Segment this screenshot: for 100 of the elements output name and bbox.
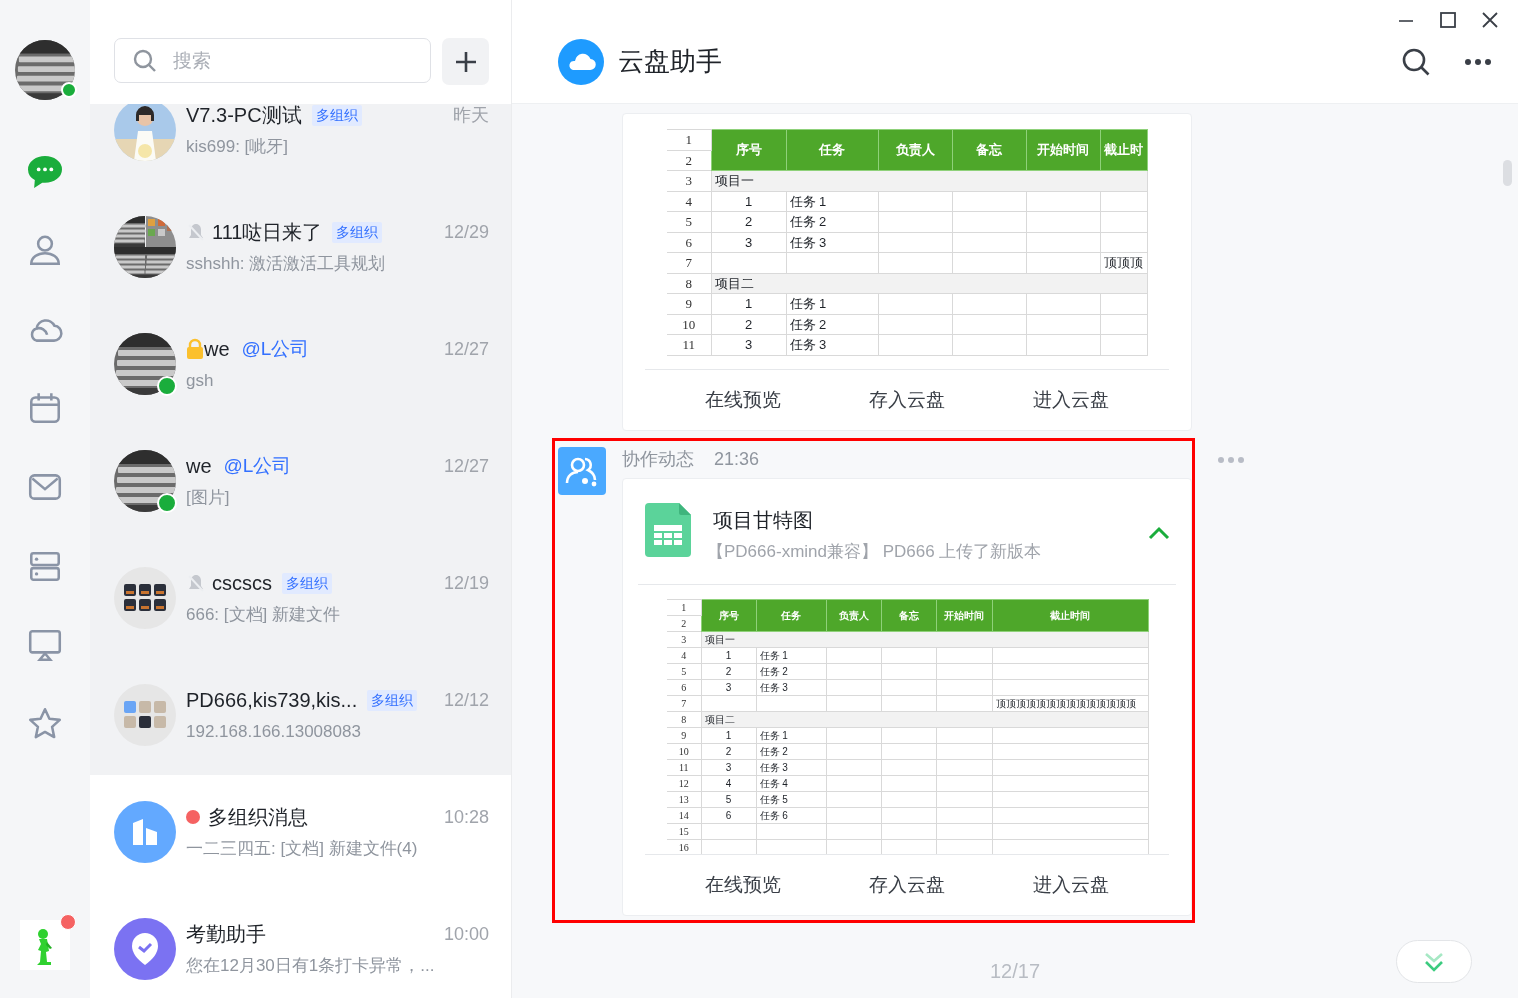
row-number: 13 [667,791,701,808]
table-cell: 任务 1 [756,727,826,744]
table-cell: 顶顶顶 [1100,252,1147,273]
message-preview: 您在12月30日有1条打卡异常，... [186,955,436,977]
table-cell: 6 [701,807,756,824]
conversation-item[interactable]: 多组织消息 10:28 一二三四五: [文档] 新建文件(4) [90,775,511,892]
table-cell: 1 [711,293,786,314]
conversation-item[interactable]: we @L公司 12/27 gsh [90,307,511,424]
table-cell: 任务 3 [786,232,878,253]
org-tag: 多组织 [311,104,362,126]
table-cell: 任务 2 [786,314,878,335]
column-header: 备忘 [881,599,936,632]
conversation-item[interactable]: V7.3-PC测试 多组织 昨天 kis699: [呲牙] [90,104,511,190]
table-cell: 3 [701,759,756,776]
row-number: 1 [667,599,701,616]
timestamp: 12/29 [443,220,489,244]
row-number: 8 [667,273,711,294]
row-number: 3 [667,631,701,648]
column-header: 任务 [786,129,878,171]
table-cell: 任务 3 [756,679,826,696]
table-cell: 2 [711,211,786,232]
row-number: 1 [667,129,711,150]
file-subtitle: 【PD666-xmind兼容】 PD666 上传了新版本 [707,541,1043,563]
row-number: 7 [667,695,701,712]
table-cell: 3 [701,679,756,696]
column-header: 截止时间 [992,599,1148,632]
table-cell: 任务 3 [786,334,878,355]
conversation-name: V7.3-PC测试 [186,104,302,128]
conversation-item[interactable]: cscscs 多组织 12/19 666: [文档] 新建文件 [90,541,511,658]
table-cell: 任务 2 [756,743,826,760]
section-label: 项目二 [711,273,1147,294]
search-field[interactable]: 搜索 [114,38,431,83]
table-cell: 任务 3 [756,759,826,776]
column-header: 开始时间 [1026,129,1100,171]
column-header: 序号 [701,599,756,632]
table-cell: 3 [711,232,786,253]
table-cell: 任务 4 [756,775,826,792]
message-preview: 一二三四五: [文档] 新建文件(4) [186,838,419,860]
row-number: 14 [667,807,701,824]
company-mention: @L公司 [241,336,310,361]
column-header: 任务 [756,599,826,632]
timestamp: 12/27 [443,337,489,361]
row-number: 7 [667,252,711,273]
table-cell: 任务 5 [756,791,826,808]
timestamp: 10:28 [443,805,489,829]
action-link[interactable]: 在线预览 [661,870,825,900]
table-cell: 任务 1 [786,191,878,212]
action-link[interactable]: 在线预览 [661,385,825,415]
row-number: 8 [667,711,701,728]
table-cell: 任务 6 [756,807,826,824]
timestamp: 昨天 [453,104,489,127]
timestamp: 12/27 [443,454,489,478]
conversation-item[interactable]: 考勤助手 10:00 您在12月30日有1条打卡异常，... [90,892,511,998]
message-preview: 666: [文档] 新建文件 [186,604,341,626]
column-header: 备忘 [952,129,1026,171]
message-time: 21:36 [714,448,760,471]
section-label: 项目一 [711,170,1147,191]
date-divider: 12/17 [989,959,1041,984]
conversation-item[interactable]: PD666,kis739,kis... 多组织 12/12 192.168.166.13008083 [90,658,511,775]
message-preview: 192.168.166.13008083 [186,721,362,743]
table-cell: 任务 1 [756,647,826,664]
table-cell: 2 [701,663,756,680]
column-header: 负责人 [878,129,952,171]
conversation-name: 考勤助手 [186,922,266,947]
table-cell: 2 [711,314,786,335]
table-cell: 2 [701,743,756,760]
company-mention: @L公司 [223,453,292,478]
message-preview: gsh [186,370,215,392]
action-link[interactable]: 进入云盘 [989,385,1153,415]
table-cell: 1 [711,191,786,212]
message-preview: kis699: [呲牙] [186,136,290,158]
table-cell: 1 [701,647,756,664]
org-tag: 多组织 [332,221,383,243]
org-tag: 多组织 [282,572,332,594]
table-cell: 5 [701,791,756,808]
table-cell: 3 [711,334,786,355]
row-number: 6 [667,232,711,253]
row-number: 11 [667,759,701,776]
chat-title: 云盘助手 [618,45,722,78]
action-link[interactable]: 进入云盘 [989,870,1153,900]
message-preview: [图片] [186,487,231,509]
row-number: 10 [667,314,711,335]
conversation-item[interactable]: 111哒日来了 多组织 12/29 sshshh: 激活激活工具规划 [90,190,511,307]
conversation-name: cscscs [212,571,272,596]
conversation-item[interactable]: we @L公司 12/27 [图片] [90,424,511,541]
action-link[interactable]: 存入云盘 [825,870,989,900]
column-header: 截止时 [1100,129,1147,171]
row-number: 15 [667,823,701,840]
row-number: 5 [667,663,701,680]
conversation-name: 111哒日来了 [212,220,323,245]
action-link[interactable]: 存入云盘 [825,385,989,415]
row-number: 10 [667,743,701,760]
table-cell: 任务 2 [786,211,878,232]
row-number: 6 [667,679,701,696]
timestamp: 10:00 [443,922,489,946]
column-header: 负责人 [826,599,881,632]
row-number: 3 [667,170,711,191]
table-cell: 顶顶顶顶顶顶顶顶顶顶顶顶顶顶 [992,695,1148,712]
table-cell: 4 [701,775,756,792]
row-number: 5 [667,211,711,232]
